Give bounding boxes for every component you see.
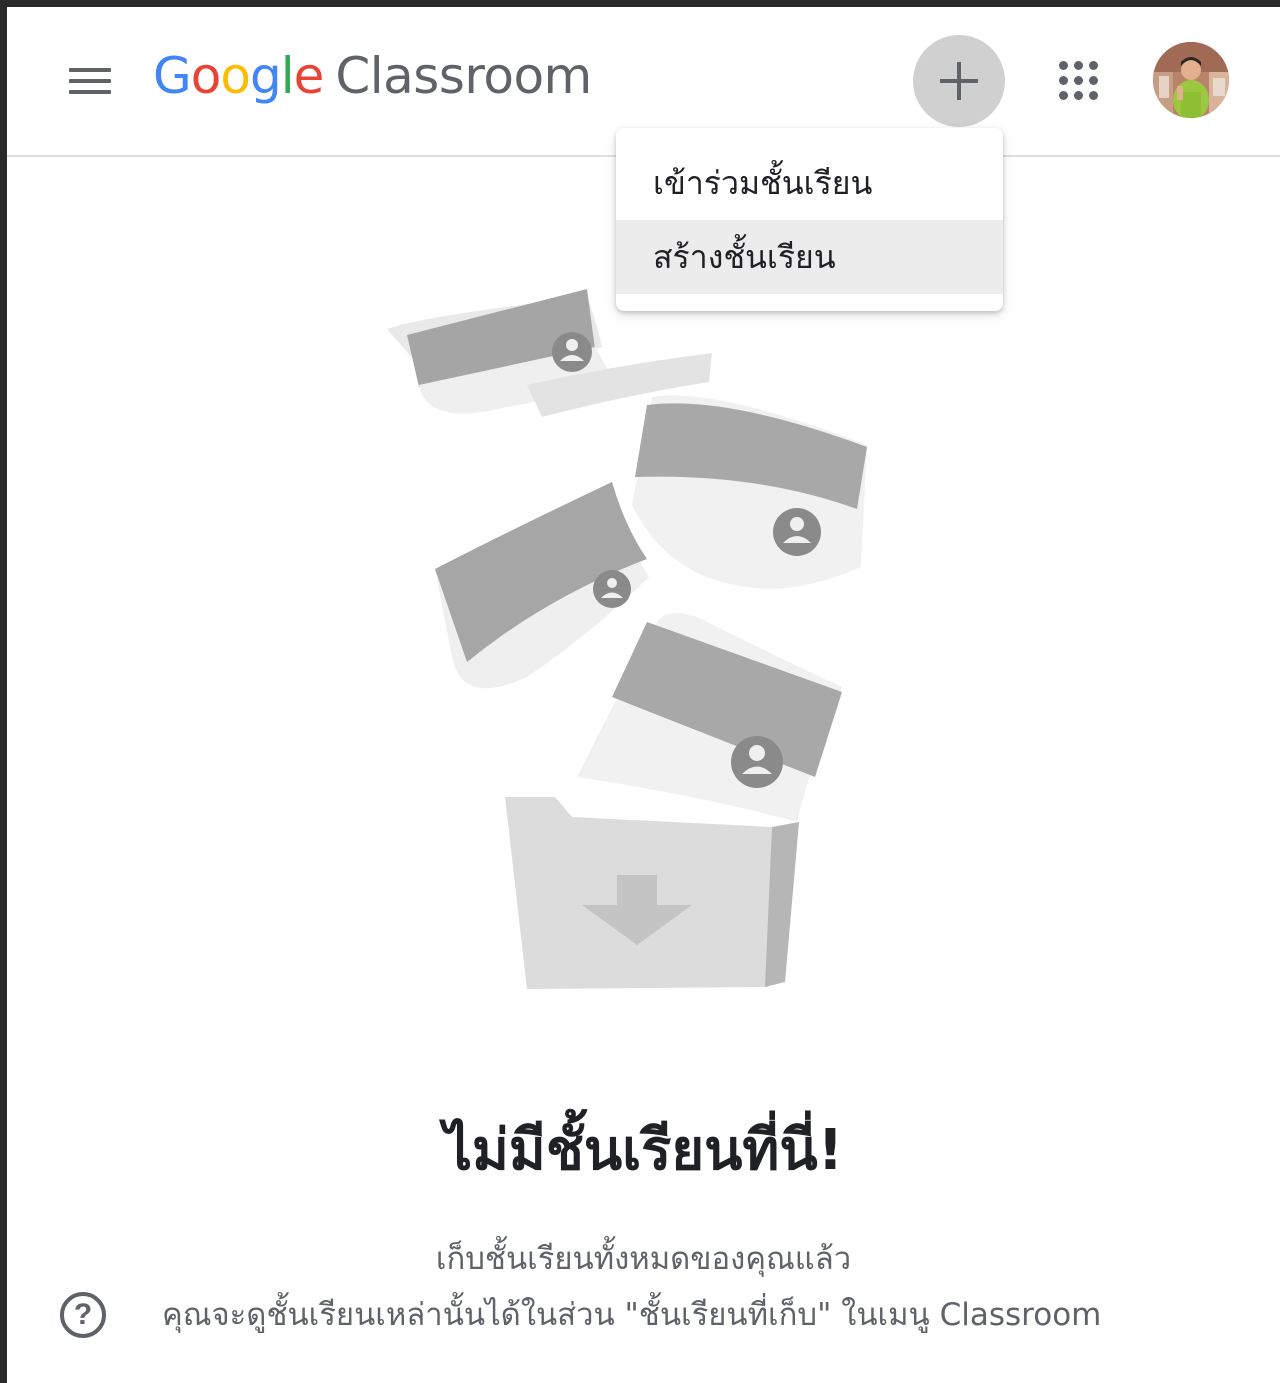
logo-letter: o: [220, 47, 251, 105]
product-name: Classroom: [335, 47, 592, 105]
empty-classes-illustration: [387, 289, 867, 989]
empty-state-message: เก็บชั้นเรียนทั้งหมดของคุณแล้ว: [435, 1241, 852, 1277]
main-menu-button[interactable]: [63, 57, 115, 105]
logo-letter: o: [190, 47, 222, 105]
empty-state-hint: คุณจะดูชั้นเรียนเหล่านั้นได้ในส่วน "ชั้น…: [162, 1297, 1102, 1333]
logo-letter: l: [280, 47, 295, 105]
empty-state-title: ไม่มีชั้นเรียนที่นี่!: [443, 1118, 844, 1183]
add-class-button[interactable]: [913, 35, 1005, 127]
help-circle-icon: ?: [73, 1298, 93, 1331]
user-avatar-icon: [1153, 42, 1229, 118]
logo-letter: e: [293, 47, 325, 105]
logo-letter: G: [153, 47, 192, 105]
class-card-bottom: [577, 613, 842, 822]
app-window: G o o g l e Classroom เข้าร่วมชั้นเรียน …: [7, 7, 1280, 1383]
account-avatar[interactable]: [1153, 42, 1229, 118]
apps-grid-icon: [1059, 61, 1068, 70]
hamburger-menu-icon: [69, 68, 111, 72]
class-card-right: [632, 395, 867, 589]
google-classroom-logo[interactable]: G o o g l e Classroom: [153, 47, 592, 117]
google-apps-button[interactable]: [1057, 59, 1101, 103]
folder-download-icon: [505, 797, 799, 989]
logo-letter: g: [249, 47, 282, 105]
class-card-left: [435, 482, 649, 689]
join-class-menu-item[interactable]: เข้าร่วมชั้นเรียน: [616, 146, 1003, 220]
help-button[interactable]: ?: [60, 1292, 106, 1338]
